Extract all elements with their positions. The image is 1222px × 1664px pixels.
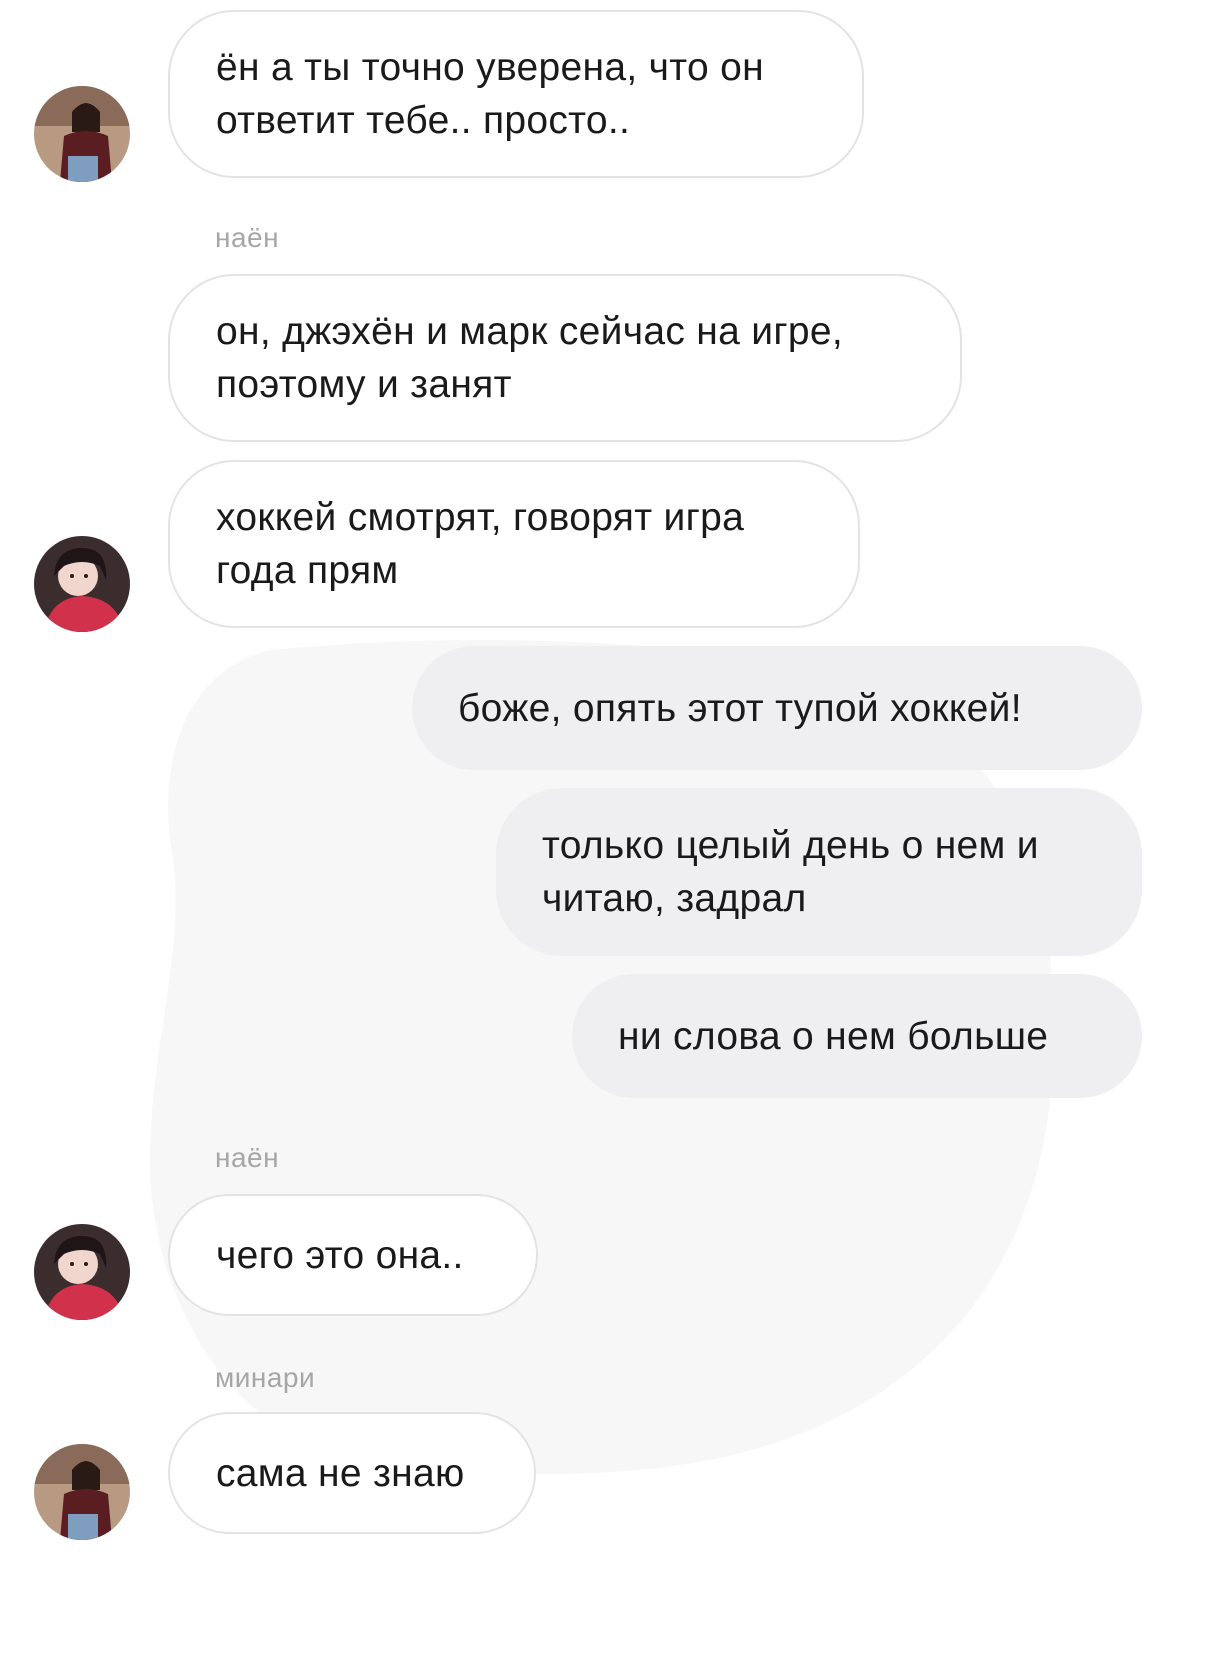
avatar-photo [34,1444,130,1540]
message-bubble-incoming[interactable]: ён а ты точно уверена, что он ответит те… [168,10,864,178]
avatar-user-1[interactable] [34,86,130,182]
avatar-user-2[interactable] [34,536,130,632]
message-bubble-incoming[interactable]: сама не знаю [168,1412,536,1534]
message-bubble-incoming[interactable]: хоккей смотрят, говорят игра года прям [168,460,860,628]
message-text: чего это она.. [216,1233,464,1277]
message-text: ни слова о нем больше [618,1014,1049,1058]
sender-name: наён [215,222,280,253]
sender-name: минари [215,1362,316,1393]
message-bubble-incoming[interactable]: чего это она.. [168,1194,538,1316]
message-text: боже, опять этот тупой хоккей! [458,686,1022,730]
message-bubble-outgoing[interactable]: боже, опять этот тупой хоккей! [412,646,1142,770]
avatar-photo [34,536,130,632]
message-text: он, джэхён и марк сейчас на игре, поэтом… [216,310,843,406]
message-text: только целый день о нем и читаю, задрал [542,824,1039,920]
message-bubble-incoming[interactable]: он, джэхён и марк сейчас на игре, поэтом… [168,274,962,442]
message-text: сама не знаю [216,1451,465,1495]
avatar-user-1[interactable] [34,1444,130,1540]
message-text: хоккей смотрят, говорят игра года прям [216,496,745,592]
message-bubble-outgoing[interactable]: только целый день о нем и читаю, задрал [496,788,1142,956]
message-bubble-outgoing[interactable]: ни слова о нем больше [572,974,1142,1098]
avatar-user-2[interactable] [34,1224,130,1320]
sender-name: наён [215,1142,280,1173]
avatar-photo [34,86,130,182]
avatar-photo [34,1224,130,1320]
message-text: ён а ты точно уверена, что он ответит те… [216,46,764,142]
